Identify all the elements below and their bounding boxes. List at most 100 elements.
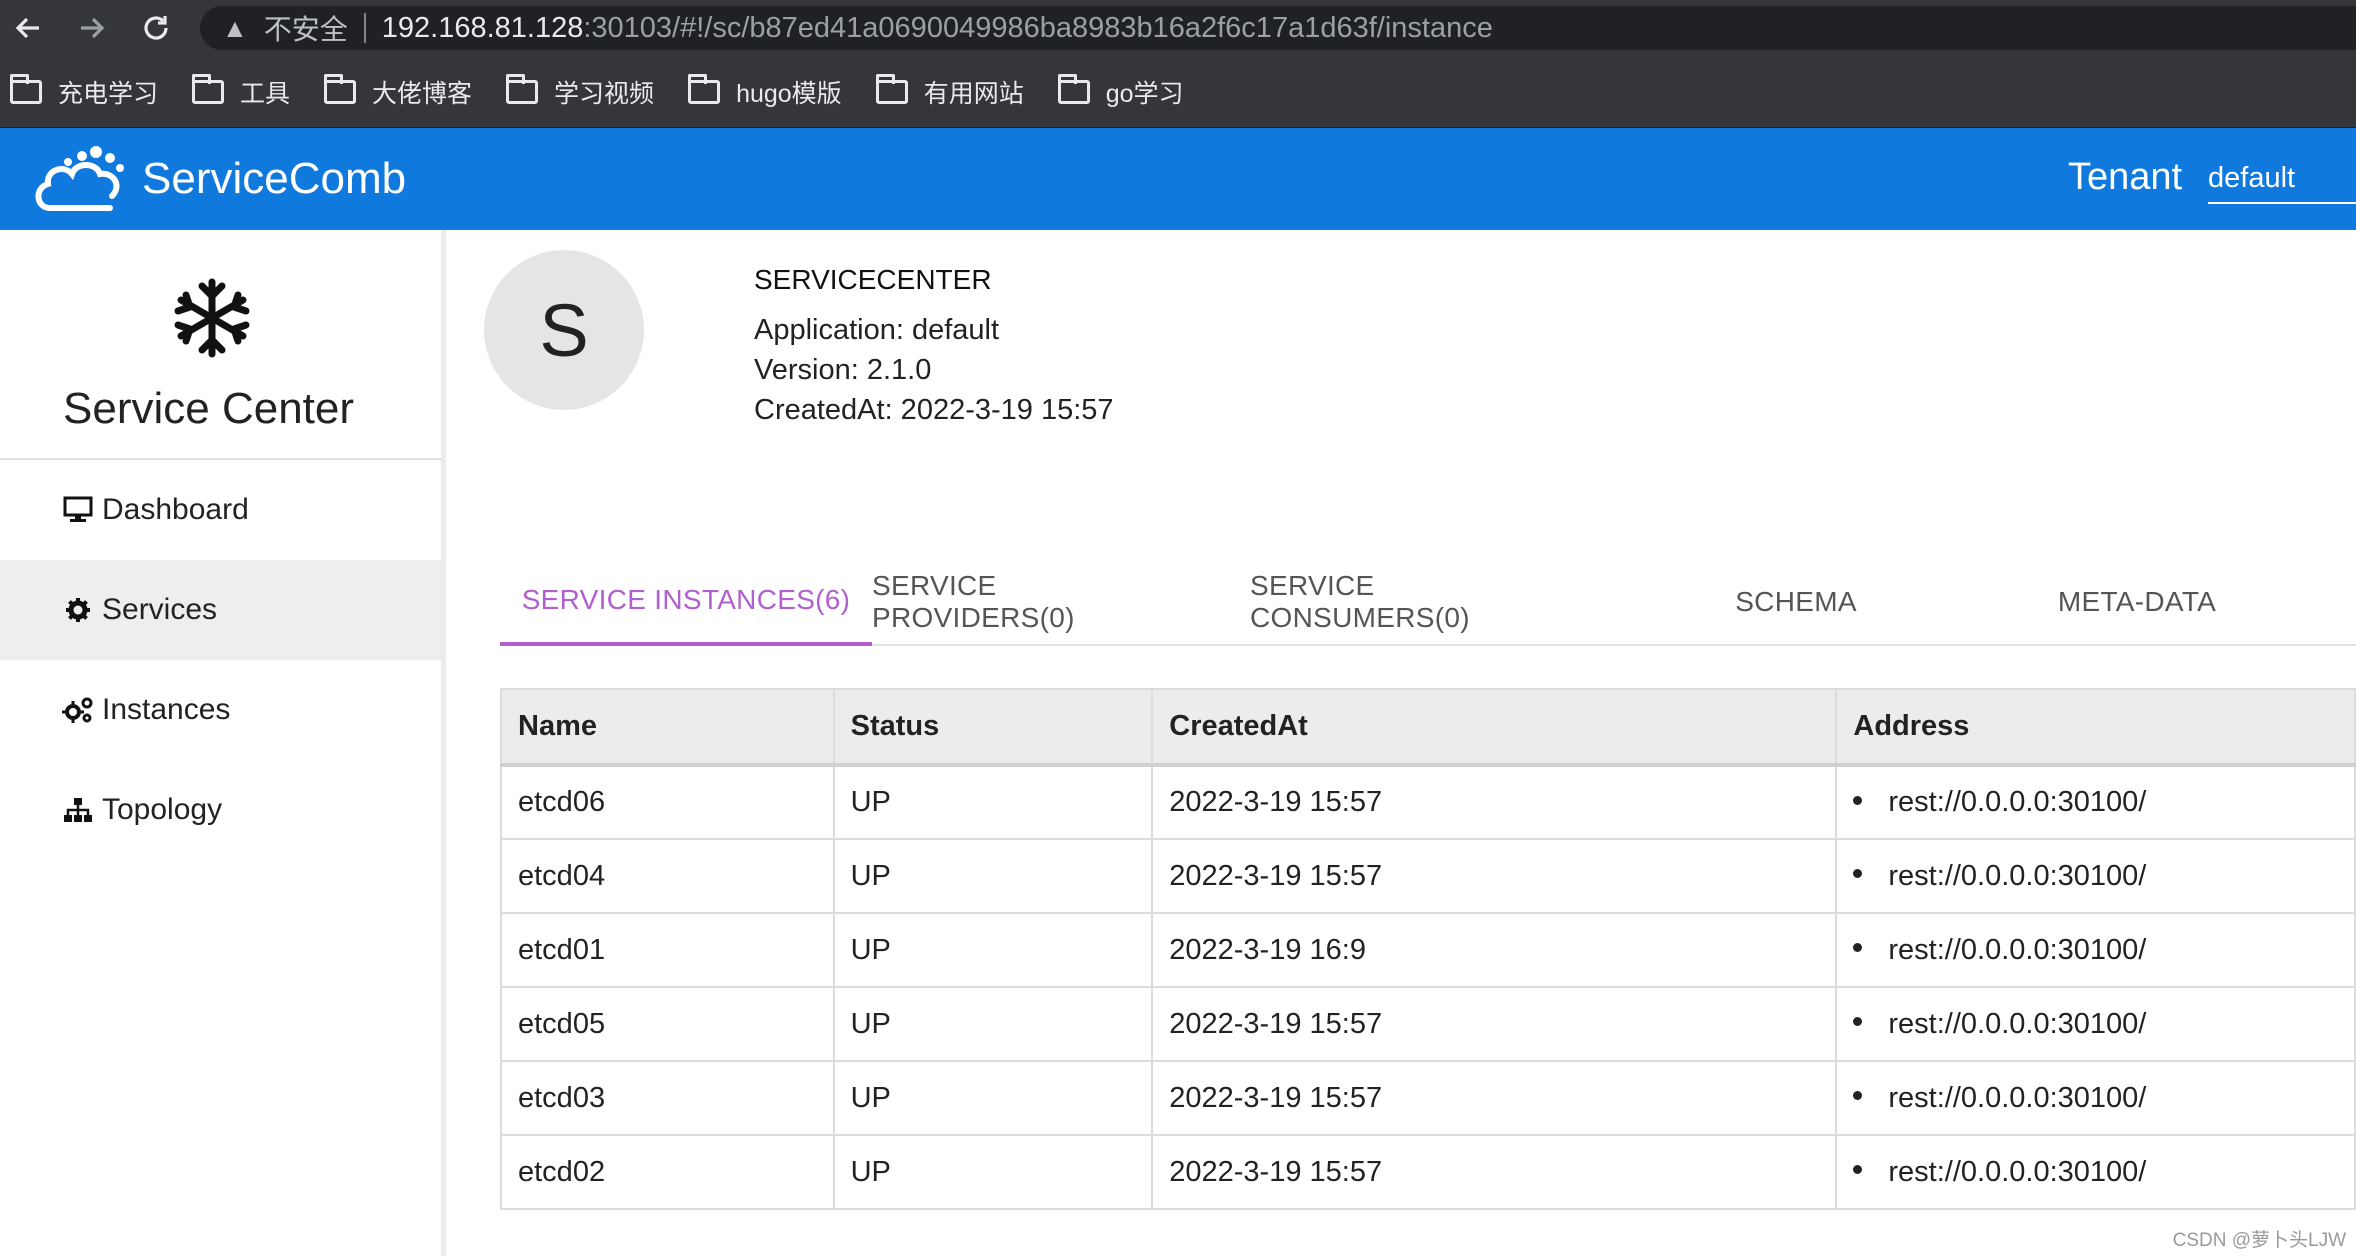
cell-name: etcd04: [500, 838, 835, 914]
cell-name: etcd01: [500, 912, 835, 988]
watermark: CSDN @萝卜头LJW: [2172, 1230, 2346, 1251]
tab-schema[interactable]: SCHEMA: [1660, 558, 1932, 646]
sidebar: Service Center Dashboard Services Instan…: [0, 230, 446, 1256]
tenant-label: Tenant: [2068, 156, 2183, 198]
sidebar-item-label: Instances: [102, 693, 231, 726]
cell-status: UP: [832, 912, 1154, 988]
table-row[interactable]: etcd02 UP 2022-3-19 15:57 rest://0.0.0.0…: [500, 1134, 2356, 1210]
bullet-icon: [1853, 869, 1863, 879]
sidebar-item-instances[interactable]: Instances: [0, 660, 441, 760]
folder-icon: [324, 73, 357, 104]
folder-icon: [192, 73, 225, 104]
cell-address: rest://0.0.0.0:30100/: [1835, 764, 2356, 840]
sidebar-item-label: Topology: [102, 793, 223, 826]
bullet-icon: [1853, 1165, 1863, 1175]
bullet-icon: [1853, 795, 1863, 805]
tenant-select[interactable]: default: [2208, 156, 2356, 204]
bookmark-label: hugo模版: [736, 79, 842, 108]
bookmark-folder[interactable]: 工具: [192, 73, 291, 110]
tab-service-instances[interactable]: SERVICE INSTANCES(6): [500, 558, 872, 646]
cell-address: rest://0.0.0.0:30100/: [1835, 986, 2356, 1062]
sidebar-title: Service Center: [63, 384, 355, 433]
tab-meta-data[interactable]: META-DATA: [1980, 558, 2294, 646]
url-separator: [363, 13, 366, 43]
cell-address: rest://0.0.0.0:30100/: [1835, 1060, 2356, 1136]
table-row[interactable]: etcd06 UP 2022-3-19 15:57 rest://0.0.0.0…: [500, 764, 2356, 840]
forward-button[interactable]: [70, 6, 114, 50]
logo[interactable]: ServiceComb: [32, 144, 406, 214]
snowflake-icon: [174, 278, 250, 358]
column-header-address[interactable]: Address: [1835, 688, 2356, 767]
cell-created-at: 2022-3-19 15:57: [1151, 838, 1838, 914]
bookmark-label: 充电学习: [58, 79, 159, 108]
bookmark-folder[interactable]: 充电学习: [10, 73, 159, 110]
cell-address: rest://0.0.0.0:30100/: [1835, 1134, 2356, 1210]
reload-button[interactable]: [134, 6, 178, 50]
bookmark-label: 大佬博客: [372, 79, 473, 108]
tab-service-providers[interactable]: SERVICE PROVIDERS(0): [872, 558, 1184, 646]
url-bar[interactable]: ▲ 不安全 192.168.81.128 :30103/#!/sc/b87ed4…: [200, 6, 2356, 50]
url-path: :30103/#!/sc/b87ed41a0690049986ba8983b16…: [583, 11, 1493, 44]
cell-name: etcd03: [500, 1060, 835, 1136]
folder-icon: [875, 73, 908, 104]
bookmark-label: go学习: [1105, 79, 1184, 108]
bullet-icon: [1853, 943, 1863, 953]
instances-table: Name Status CreatedAt Address etcd06 UP …: [500, 688, 2356, 1210]
bookmark-label: 工具: [240, 79, 291, 108]
cell-created-at: 2022-3-19 15:57: [1151, 1134, 1838, 1210]
monitor-icon: [62, 494, 94, 526]
bookmark-folder[interactable]: 有用网站: [875, 73, 1024, 110]
address-text: rest://0.0.0.0:30100/: [1888, 786, 2147, 818]
address-text: rest://0.0.0.0:30100/: [1888, 1155, 2147, 1188]
column-header-name[interactable]: Name: [500, 688, 835, 767]
arrow-right-icon: [81, 17, 105, 39]
gears-icon: [62, 694, 94, 726]
sidebar-brand: Service Center: [0, 230, 441, 460]
sidebar-item-label: Dashboard: [102, 493, 249, 526]
service-name: SERVICECENTER: [754, 264, 992, 295]
cell-status: UP: [832, 1134, 1154, 1210]
cell-status: UP: [832, 986, 1154, 1062]
service-version: Version: 2.1.0: [754, 354, 932, 386]
table-row[interactable]: etcd04 UP 2022-3-19 15:57 rest://0.0.0.0…: [500, 838, 2356, 914]
column-header-created-at[interactable]: CreatedAt: [1151, 688, 1838, 767]
folder-icon: [10, 73, 42, 104]
bookmarks-bar: 充电学习 工具 大佬博客 学习视频 hugo模版 有用网站 go学习: [0, 56, 2356, 128]
service-application: Application: default: [754, 314, 1000, 346]
bookmark-folder[interactable]: hugo模版: [688, 73, 842, 110]
table-row[interactable]: etcd01 UP 2022-3-19 16:9 rest://0.0.0.0:…: [500, 912, 2356, 988]
bookmark-folder[interactable]: 大佬博客: [324, 73, 473, 110]
bookmark-folder[interactable]: 学习视频: [506, 73, 654, 110]
sidebar-item-topology[interactable]: Topology: [0, 760, 441, 860]
bookmark-label: 有用网站: [923, 79, 1024, 108]
back-button[interactable]: [6, 6, 50, 50]
cell-status: UP: [832, 764, 1154, 840]
security-label: 不安全: [263, 14, 348, 45]
tab-service-consumers[interactable]: SERVICE CONSUMERS(0): [1250, 558, 1590, 646]
sidebar-item-label: Services: [102, 593, 218, 626]
app-header: ServiceComb Tenant default: [0, 128, 2356, 230]
table-row[interactable]: etcd05 UP 2022-3-19 15:57 rest://0.0.0.0…: [500, 986, 2356, 1062]
cell-created-at: 2022-3-19 15:57: [1151, 764, 1838, 840]
cell-status: UP: [832, 838, 1154, 914]
service-created-at: CreatedAt: 2022-3-19 15:57: [754, 394, 1114, 426]
sidebar-item-services[interactable]: Services: [0, 560, 441, 660]
cell-address: rest://0.0.0.0:30100/: [1835, 838, 2356, 914]
bullet-icon: [1853, 1017, 1863, 1027]
bookmark-folder[interactable]: go学习: [1057, 73, 1184, 110]
address-text: rest://0.0.0.0:30100/: [1888, 1081, 2147, 1114]
warning-icon: ▲: [222, 12, 248, 43]
cell-name: etcd06: [500, 764, 835, 840]
cloud-logo-icon: [35, 146, 124, 211]
gear-icon: [62, 594, 94, 626]
cell-status: UP: [832, 1060, 1154, 1136]
sidebar-item-dashboard[interactable]: Dashboard: [0, 460, 441, 560]
folder-icon: [506, 73, 539, 104]
address-text: rest://0.0.0.0:30100/: [1888, 933, 2147, 966]
reload-icon: [144, 16, 168, 40]
table-row[interactable]: etcd03 UP 2022-3-19 15:57 rest://0.0.0.0…: [500, 1060, 2356, 1136]
url-host: 192.168.81.128: [381, 11, 584, 44]
address-text: rest://0.0.0.0:30100/: [1888, 1007, 2147, 1040]
column-header-status[interactable]: Status: [832, 688, 1154, 767]
arrow-left-icon: [15, 17, 39, 39]
